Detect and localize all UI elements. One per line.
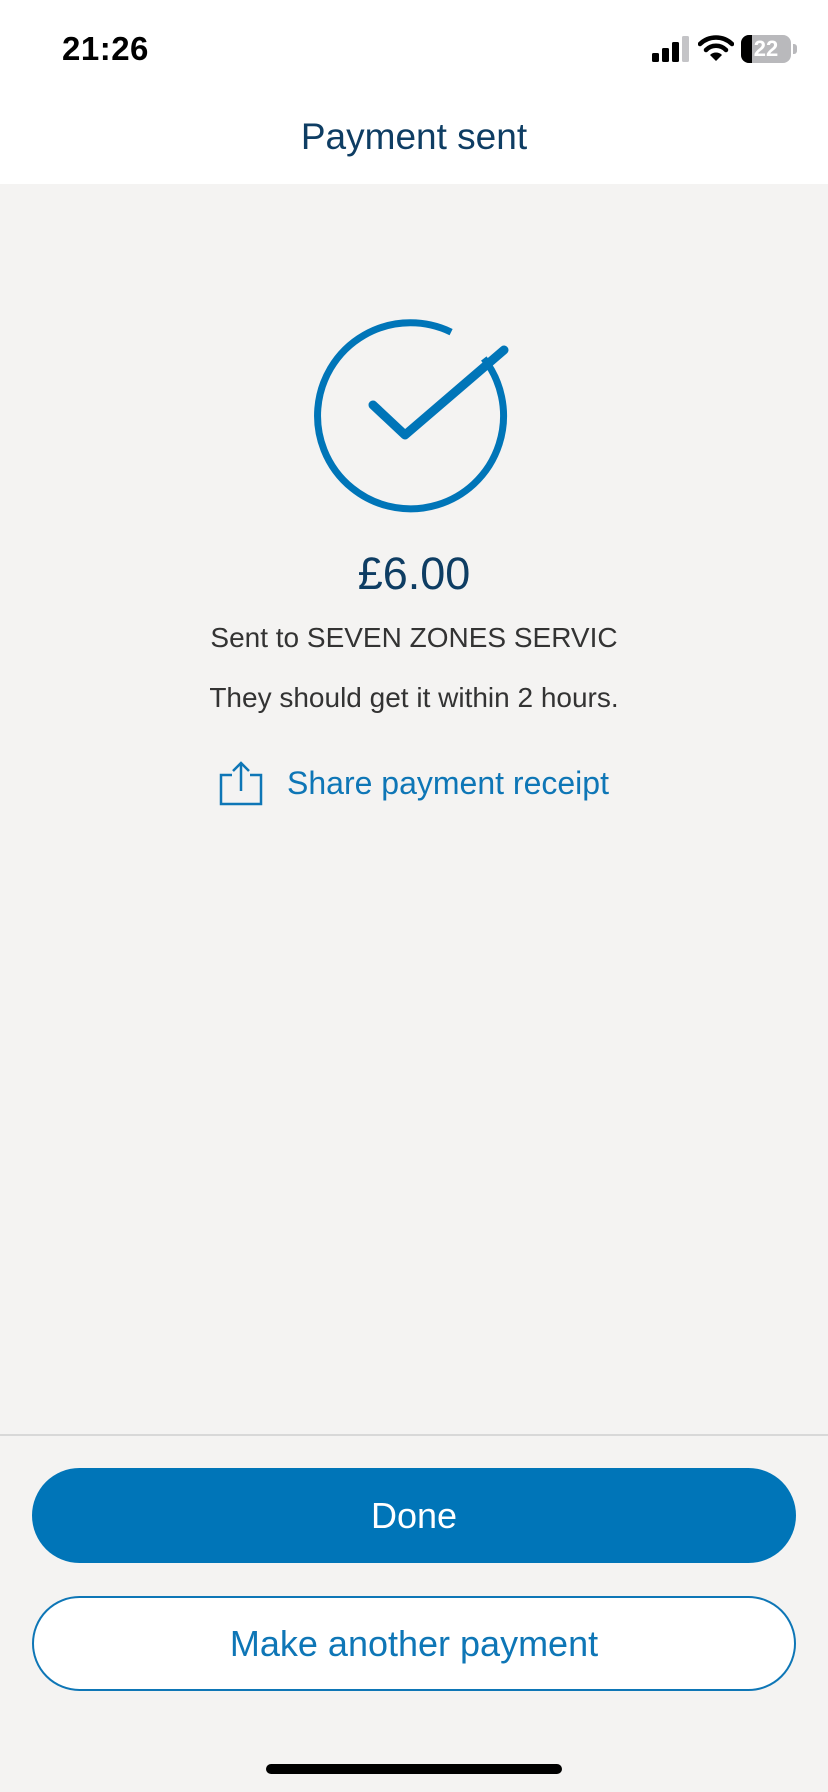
page-title: Payment sent xyxy=(300,116,528,157)
battery-level-text: 22 xyxy=(753,36,779,61)
make-another-payment-button[interactable]: Make another payment xyxy=(32,1596,796,1691)
footer-divider xyxy=(0,1434,828,1436)
done-button[interactable]: Done xyxy=(32,1468,796,1563)
payment-amount: £6.00 xyxy=(357,548,471,599)
page-header: Payment sent xyxy=(0,92,828,184)
share-receipt-link[interactable]: Share payment receipt xyxy=(0,756,828,810)
home-indicator xyxy=(266,1764,562,1774)
status-bar: 21:26 22 xyxy=(0,0,828,92)
delivery-eta-text: They should get it within 2 hours. xyxy=(209,682,619,713)
wifi-icon xyxy=(698,35,734,61)
battery-icon: 22 xyxy=(741,35,791,63)
share-receipt-label: Share payment receipt xyxy=(287,764,609,801)
recipient-text: Sent to SEVEN ZONES SERVIC xyxy=(210,622,618,653)
checkmark-circle-icon xyxy=(314,319,509,513)
share-icon xyxy=(219,761,263,806)
status-time: 21:26 xyxy=(62,30,149,67)
battery-cap xyxy=(793,44,797,54)
signal-icon xyxy=(652,36,689,62)
